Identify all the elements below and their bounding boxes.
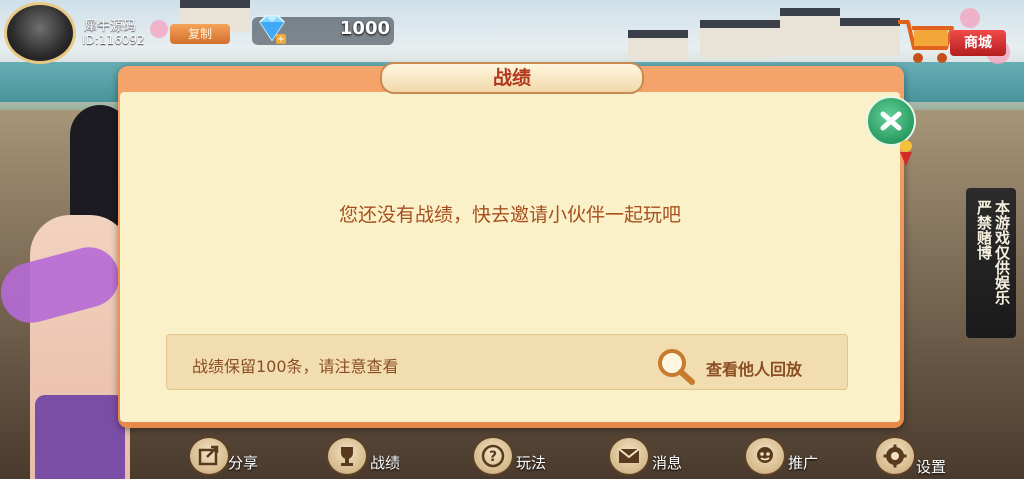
- view-others-replay-button[interactable]: 查看他人回放: [654, 346, 834, 386]
- dialog-title: 战绩: [492, 67, 531, 89]
- share-icon: [188, 436, 230, 476]
- diamond-count: 1000: [339, 18, 390, 39]
- empty-records-message: 您还没有战绩，快去邀请小伙伴一起玩吧: [338, 204, 681, 226]
- record-retention-note: 战绩保留100条，请注意查看: [192, 357, 399, 376]
- nav-settings[interactable]: 设置: [874, 436, 964, 476]
- nav-rules-label: 玩法: [516, 454, 547, 472]
- player-id: ID:116092: [82, 33, 145, 47]
- background-house: [628, 30, 688, 60]
- nav-rules[interactable]: ? 玩法: [472, 436, 562, 476]
- background-house: [780, 8, 840, 56]
- nav-share[interactable]: 分享: [188, 436, 278, 476]
- shop-button[interactable]: 商城: [894, 14, 1010, 66]
- mail-icon: [608, 436, 650, 476]
- close-icon: [880, 111, 902, 131]
- nav-records[interactable]: 战绩: [326, 436, 416, 476]
- tassel-decoration: [892, 138, 920, 168]
- nav-settings-label: 设置: [916, 458, 947, 476]
- shopping-cart-icon: [894, 14, 958, 66]
- background-house: [700, 20, 780, 58]
- nav-messages[interactable]: 消息: [608, 436, 698, 476]
- nav-promote[interactable]: 推广: [744, 436, 834, 476]
- character-dress: [35, 395, 125, 479]
- background-house: [840, 18, 900, 56]
- blossom-decoration: [150, 20, 168, 38]
- svg-text:+: +: [277, 34, 285, 44]
- nav-promote-label: 推广: [788, 454, 819, 472]
- nav-share-label: 分享: [228, 454, 259, 472]
- nav-records-label: 战绩: [370, 454, 401, 472]
- trophy-icon: [326, 436, 368, 476]
- magnifier-icon: [654, 346, 698, 386]
- gambling-notice-left: 严禁赌博: [975, 200, 993, 260]
- svg-text:?: ?: [489, 449, 497, 465]
- view-replay-label: 查看他人回放: [706, 360, 803, 379]
- promote-icon: [744, 436, 786, 476]
- player-name: 犀牛源码: [84, 19, 137, 34]
- diamond-icon[interactable]: +: [254, 14, 290, 45]
- gambling-notice-right: 本游戏仅供娱乐: [993, 200, 1011, 305]
- character-illustration: [0, 95, 130, 479]
- gear-icon: [874, 436, 916, 476]
- nav-messages-label: 消息: [652, 454, 683, 472]
- shop-label: 商城: [950, 30, 1006, 56]
- copy-id-button[interactable]: 复制: [170, 24, 230, 44]
- question-icon: ?: [472, 436, 514, 476]
- player-avatar[interactable]: [4, 2, 76, 64]
